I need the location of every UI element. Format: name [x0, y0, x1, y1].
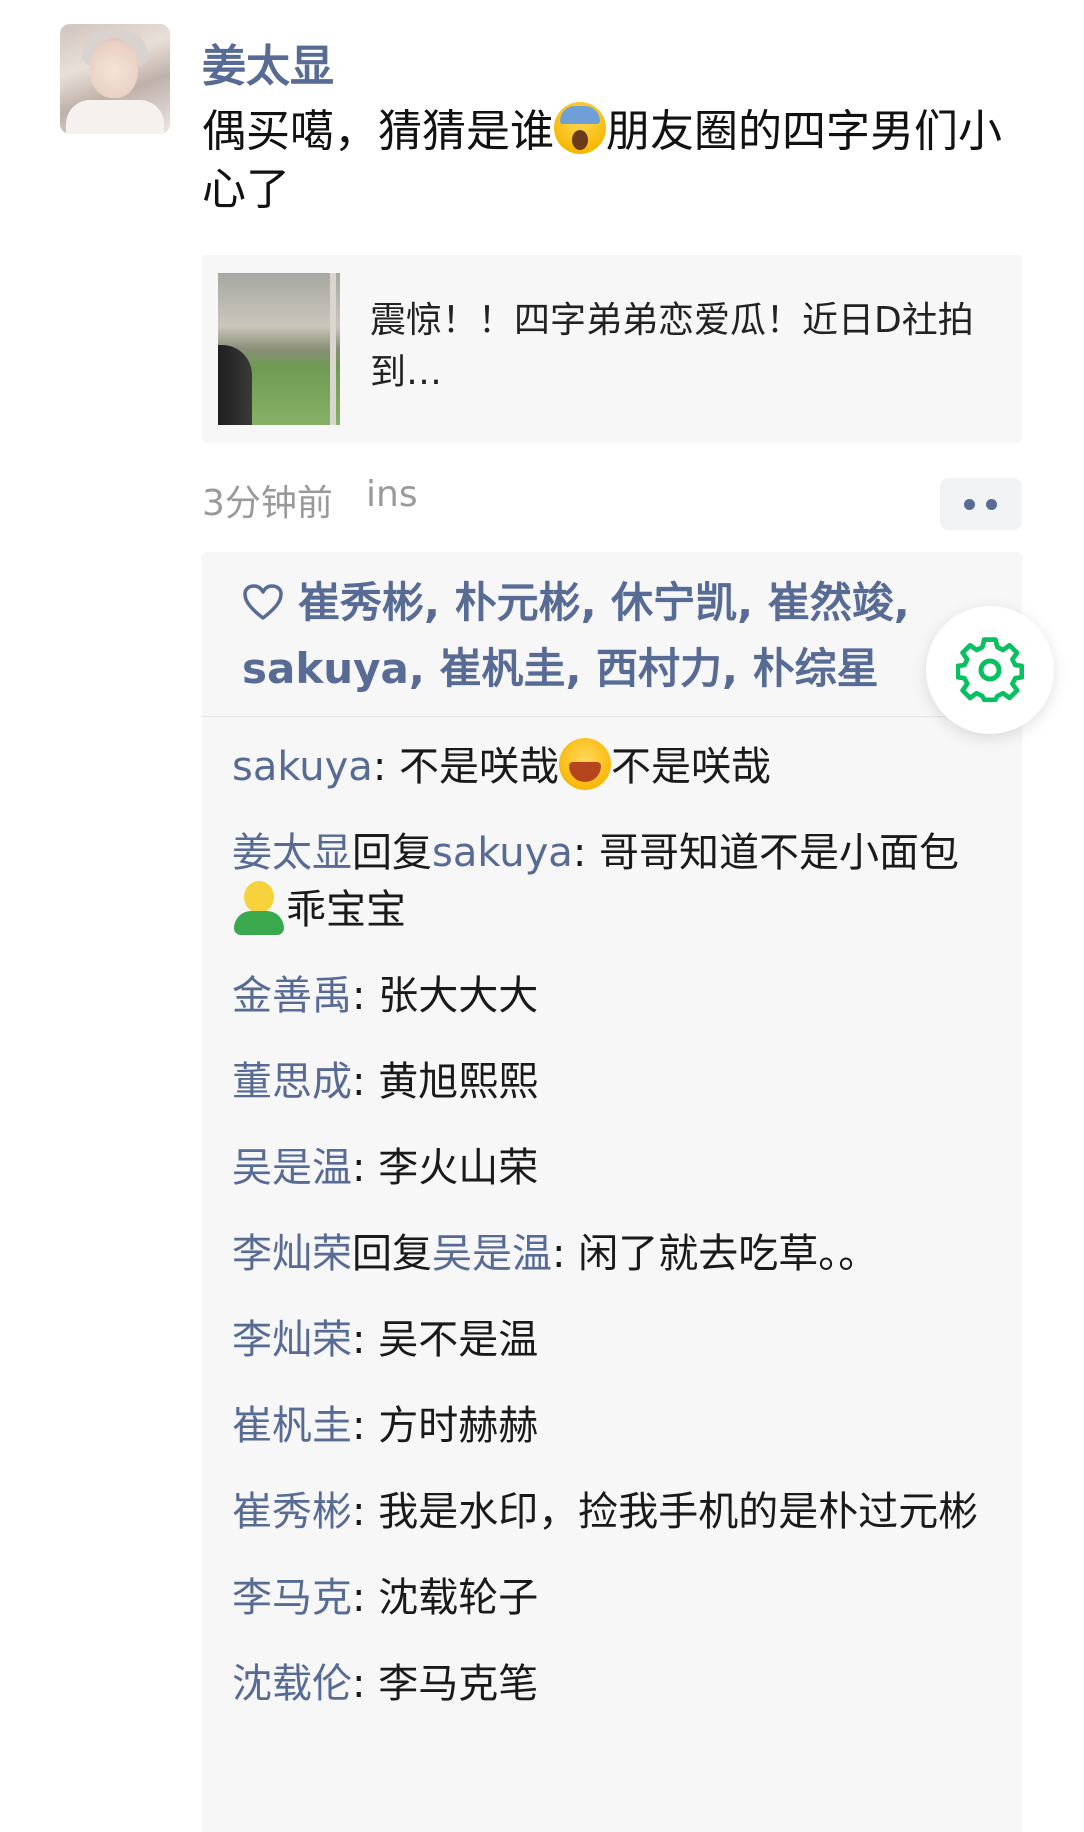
- post-source[interactable]: ins: [366, 474, 418, 515]
- comment-text: 不是咲哉: [399, 744, 560, 790]
- link-title: 震惊！！四字弟弟恋爱瓜！近日D社拍到…: [370, 300, 974, 393]
- comment-text: 乖宝宝: [286, 887, 406, 933]
- likes-divider: [202, 716, 1022, 717]
- comment-colon: :: [572, 830, 600, 876]
- reply-target[interactable]: sakuya: [432, 830, 573, 876]
- comment-item[interactable]: 姜太显回复sakuya: 哥哥知道不是小面包乖宝宝: [232, 825, 1002, 938]
- comment-text: 哥哥知道不是小面包: [599, 830, 960, 876]
- gear-icon: [956, 637, 1024, 703]
- poster-name[interactable]: 姜太显: [202, 30, 334, 94]
- comment-colon: :: [352, 1145, 379, 1191]
- reply-word: 回复: [352, 1231, 432, 1277]
- comment-user[interactable]: 董思成: [232, 1059, 352, 1105]
- comment-item[interactable]: 吴是温: 李火山荣: [232, 1140, 1002, 1196]
- settings-fab-button[interactable]: [926, 606, 1054, 734]
- comment-text: 李火山荣: [378, 1145, 539, 1191]
- comment-user[interactable]: sakuya: [232, 744, 373, 790]
- comment-user[interactable]: 李灿荣: [232, 1231, 352, 1277]
- post-text-part1: 偶买噶，猜猜是谁: [202, 106, 554, 157]
- thumbnail-shadow: [218, 345, 252, 425]
- comment-colon: :: [552, 1231, 579, 1277]
- comment-text: 我是水印，捡我手机的是朴过元彬: [378, 1489, 979, 1535]
- comment-colon: :: [352, 1059, 379, 1105]
- comment-item[interactable]: 董思成: 黄旭熙熙: [232, 1054, 1002, 1110]
- more-options-button[interactable]: [940, 478, 1022, 530]
- comment-item[interactable]: 李灿荣: 吴不是温: [232, 1312, 1002, 1368]
- comment-text: 沈载轮子: [378, 1575, 539, 1621]
- thumbnail-pole: [330, 273, 336, 425]
- comment-item[interactable]: 李灿荣回复吴是温: 闲了就去吃草。。: [232, 1226, 1002, 1282]
- link-thumbnail: [218, 273, 340, 425]
- interactions-panel: 崔秀彬, 朴元彬, 休宁凯, 崔然竣, sakuya, 崔杋圭, 西村力, 朴综…: [202, 552, 1022, 1832]
- comment-item[interactable]: 崔杋圭: 方时赫赫: [232, 1398, 1002, 1454]
- avatar-face: [90, 38, 138, 98]
- comment-colon: :: [352, 973, 379, 1019]
- shared-link-card[interactable]: 震惊！！四字弟弟恋爱瓜！近日D社拍到…: [202, 255, 1022, 443]
- comment-text: 方时赫赫: [378, 1403, 539, 1449]
- comment-user[interactable]: 吴是温: [232, 1145, 352, 1191]
- likes-list: 崔秀彬, 朴元彬, 休宁凯, 崔然竣, sakuya, 崔杋圭, 西村力, 朴综…: [242, 570, 1012, 702]
- scream-emoji-icon: [554, 102, 606, 154]
- comments-list: sakuya: 不是咲哉 不是咲哉 姜太显回复sakuya: 哥哥知道不是小面包乖…: [232, 738, 1002, 1742]
- more-dot-icon: [986, 499, 997, 510]
- laughing-emoji-icon: [559, 738, 612, 790]
- comment-colon: :: [352, 1575, 379, 1621]
- comment-item[interactable]: sakuya: 不是咲哉 不是咲哉: [232, 738, 1002, 795]
- comment-item[interactable]: 金善禹: 张大大大: [232, 968, 1002, 1024]
- more-dot-icon: [964, 499, 975, 510]
- comment-text: 黄旭熙熙: [378, 1059, 539, 1105]
- comment-text: 闲了就去吃草。。: [578, 1231, 879, 1277]
- comment-user[interactable]: 崔秀彬: [232, 1489, 352, 1535]
- comment-item[interactable]: 沈载伦: 李马克笔: [232, 1656, 1002, 1712]
- comment-item[interactable]: 崔秀彬: 我是水印，捡我手机的是朴过元彬: [232, 1484, 1002, 1540]
- bread-emoji-icon: [232, 881, 286, 935]
- post-time: 3分钟前: [202, 483, 333, 524]
- comment-text: 不是咲哉: [611, 744, 772, 790]
- comment-colon: :: [372, 744, 400, 790]
- comment-text: 张大大大: [378, 973, 539, 1019]
- post-text: 偶买噶，猜猜是谁 朋友圈的四字男们小心了: [202, 102, 1002, 219]
- comment-user[interactable]: 崔杋圭: [232, 1403, 352, 1449]
- comment-user[interactable]: 李马克: [232, 1575, 352, 1621]
- comment-colon: :: [352, 1403, 379, 1449]
- poster-avatar[interactable]: [60, 24, 170, 134]
- comment-user[interactable]: 李灿荣: [232, 1317, 352, 1363]
- heart-icon: [243, 584, 283, 620]
- reply-word: 回复: [352, 830, 432, 876]
- comment-colon: :: [352, 1489, 379, 1535]
- comment-user[interactable]: 金善禹: [232, 973, 352, 1019]
- reply-target[interactable]: 吴是温: [432, 1231, 552, 1277]
- avatar-body: [66, 100, 164, 134]
- comment-item[interactable]: 李马克: 沈载轮子: [232, 1570, 1002, 1626]
- comment-colon: :: [352, 1661, 379, 1707]
- comment-user[interactable]: 姜太显: [232, 830, 352, 876]
- likes-names[interactable]: 崔秀彬, 朴元彬, 休宁凯, 崔然竣, sakuya, 崔杋圭, 西村力, 朴综…: [242, 578, 910, 693]
- comment-text: 吴不是温: [378, 1317, 539, 1363]
- comment-colon: :: [352, 1317, 379, 1363]
- comment-text: 李马克笔: [378, 1661, 539, 1707]
- comment-user[interactable]: 沈载伦: [232, 1661, 352, 1707]
